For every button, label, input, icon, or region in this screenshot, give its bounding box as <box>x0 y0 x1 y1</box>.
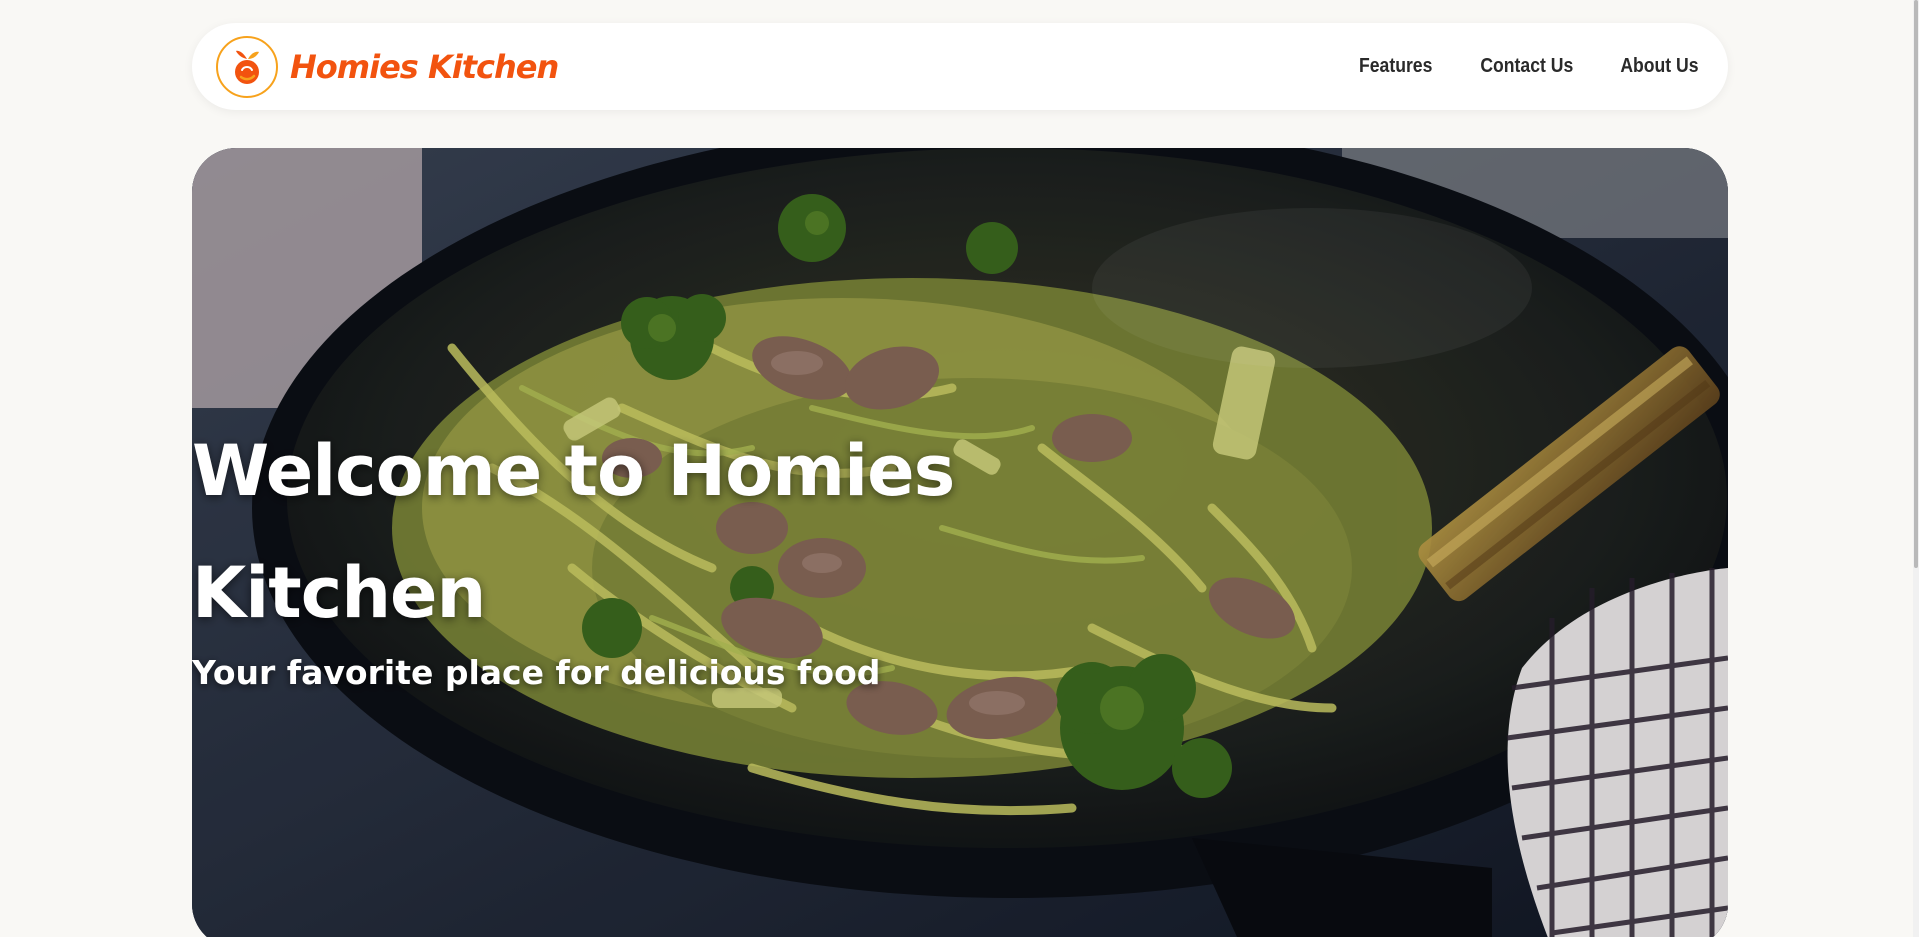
peach-fruit-icon <box>235 50 259 84</box>
nav-link-features[interactable]: Features <box>1359 55 1432 78</box>
brand-name: Homies Kitchen <box>290 47 559 86</box>
navbar: Homies Kitchen Features Contact Us About… <box>192 23 1728 110</box>
hero-title-line1: Welcome to Homies <box>192 430 955 512</box>
hero-subtitle: Your favorite place for delicious food <box>192 653 881 692</box>
nav-link-contact-us[interactable]: Contact Us <box>1480 55 1573 78</box>
hero-title: Welcome to Homies Kitchen <box>192 410 1728 654</box>
hero-title-line2: Kitchen <box>192 552 486 634</box>
nav-link-about-us[interactable]: About Us <box>1620 55 1698 78</box>
brand-logo <box>216 35 278 98</box>
page-scrollbar[interactable] <box>1913 0 1919 937</box>
page: Homies Kitchen Features Contact Us About… <box>0 0 1919 937</box>
scrollbar-thumb[interactable] <box>1914 0 1918 568</box>
nav-links: Features Contact Us About Us <box>1354 55 1704 78</box>
brand-link[interactable]: Homies Kitchen <box>216 35 559 98</box>
hero-section: Welcome to Homies Kitchen Your favorite … <box>192 148 1728 937</box>
